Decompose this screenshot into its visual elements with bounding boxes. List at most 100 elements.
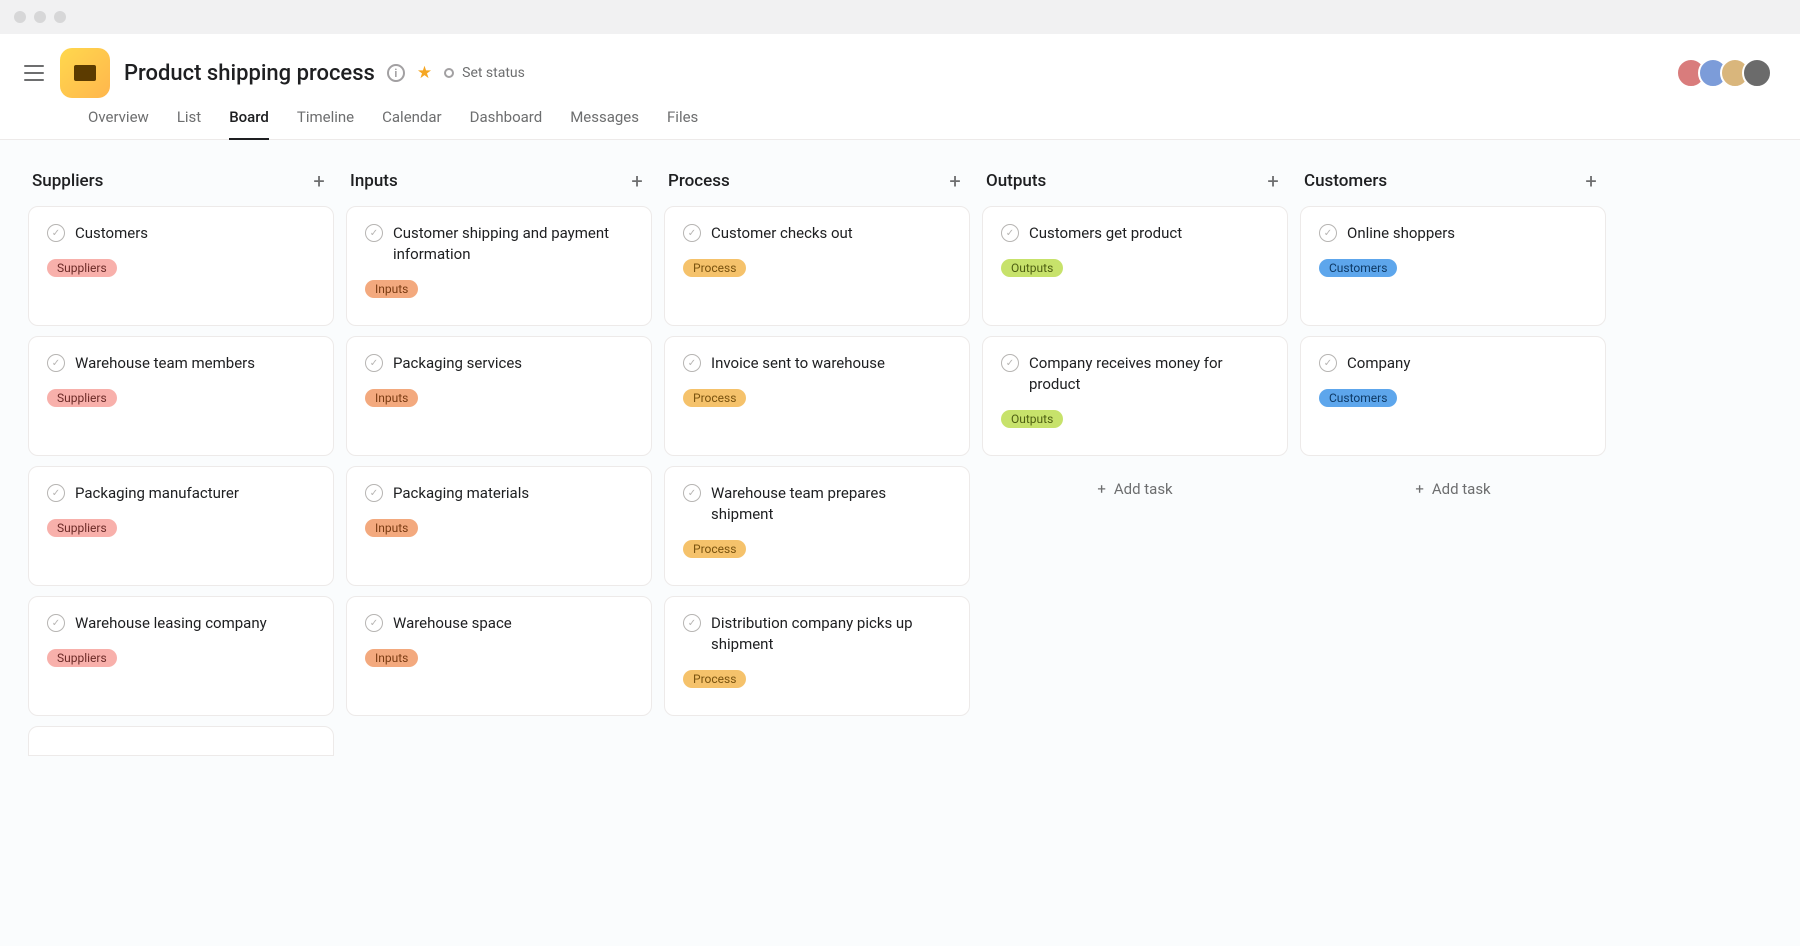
task-card[interactable]: Packaging servicesInputs	[346, 336, 652, 456]
add-card-button[interactable]: +	[1580, 170, 1602, 192]
complete-task-checkbox[interactable]	[1319, 354, 1337, 372]
task-title: Company receives money for product	[1029, 353, 1269, 395]
task-title: Customer checks out	[711, 223, 853, 244]
task-tag[interactable]: Suppliers	[47, 259, 117, 277]
window-titlebar	[0, 0, 1800, 34]
complete-task-checkbox[interactable]	[683, 224, 701, 242]
task-card[interactable]: Packaging manufacturerSuppliers	[28, 466, 334, 586]
tab-messages[interactable]: Messages	[570, 108, 639, 139]
task-tag[interactable]: Process	[683, 540, 746, 558]
column-title[interactable]: Process	[668, 171, 730, 191]
window-close-icon[interactable]	[14, 11, 26, 23]
tab-timeline[interactable]: Timeline	[297, 108, 354, 139]
task-title: Packaging materials	[393, 483, 529, 504]
add-card-button[interactable]: +	[944, 170, 966, 192]
column-inputs: Inputs + Customer shipping and payment inf…	[346, 170, 652, 926]
complete-task-checkbox[interactable]	[365, 354, 383, 372]
tab-overview[interactable]: Overview	[88, 108, 149, 139]
project-header: Product shipping process i ★ Set status	[0, 34, 1800, 98]
complete-task-checkbox[interactable]	[47, 354, 65, 372]
column-title[interactable]: Customers	[1304, 171, 1387, 191]
complete-task-checkbox[interactable]	[365, 224, 383, 242]
task-tag[interactable]: Process	[683, 259, 746, 277]
project-title[interactable]: Product shipping process	[124, 61, 375, 86]
tab-dashboard[interactable]: Dashboard	[470, 108, 543, 139]
task-title: Distribution company picks up shipment	[711, 613, 951, 655]
task-card[interactable]: Invoice sent to warehouse Process	[664, 336, 970, 456]
add-task-label: Add task	[1432, 480, 1491, 498]
sidebar-toggle-button[interactable]	[22, 61, 46, 85]
complete-task-checkbox[interactable]	[1001, 224, 1019, 242]
complete-task-checkbox[interactable]	[47, 484, 65, 502]
task-tag[interactable]: Outputs	[1001, 259, 1063, 277]
add-card-button[interactable]: +	[308, 170, 330, 192]
complete-task-checkbox[interactable]	[47, 614, 65, 632]
task-card[interactable]: Customer checks out Process	[664, 206, 970, 326]
task-card[interactable]: Customers get product Outputs	[982, 206, 1288, 326]
column-suppliers: Suppliers+CustomersSuppliersWarehouse te…	[28, 170, 334, 926]
complete-task-checkbox[interactable]	[683, 614, 701, 632]
add-card-button[interactable]: +	[626, 170, 648, 192]
task-tag[interactable]: Outputs	[1001, 410, 1063, 428]
task-tag[interactable]: Process	[683, 389, 746, 407]
task-tag[interactable]: Customers	[1319, 259, 1397, 277]
info-icon[interactable]: i	[387, 64, 405, 82]
status-dot-icon	[444, 68, 454, 78]
task-tag[interactable]: Process	[683, 670, 746, 688]
task-card[interactable]: CompanyCustomers	[1300, 336, 1606, 456]
column-header: Outputs +	[982, 170, 1288, 206]
complete-task-checkbox[interactable]	[1001, 354, 1019, 372]
task-card[interactable]: Customer shipping and payment informatio…	[346, 206, 652, 326]
column-title[interactable]: Suppliers	[32, 171, 103, 191]
complete-task-checkbox[interactable]	[365, 614, 383, 632]
avatar[interactable]	[1742, 58, 1772, 88]
task-title: Warehouse team prepares shipment	[711, 483, 951, 525]
task-card[interactable]: Distribution company picks up shipment Pr…	[664, 596, 970, 716]
complete-task-checkbox[interactable]	[1319, 224, 1337, 242]
task-title: Warehouse space	[393, 613, 512, 634]
task-card[interactable]: Online shoppersCustomers	[1300, 206, 1606, 326]
add-card-button[interactable]: +	[1262, 170, 1284, 192]
set-status-button[interactable]: Set status	[444, 65, 525, 81]
task-card[interactable]: Warehouse team prepares shipment Process	[664, 466, 970, 586]
task-tag[interactable]: Inputs	[365, 519, 418, 537]
task-title: Invoice sent to warehouse	[711, 353, 885, 374]
add-task-button[interactable]: +Add task	[1300, 466, 1606, 506]
tab-list[interactable]: List	[177, 108, 201, 139]
task-card[interactable]: Warehouse space Inputs	[346, 596, 652, 716]
task-tag[interactable]: Suppliers	[47, 649, 117, 667]
tab-files[interactable]: Files	[667, 108, 698, 139]
task-title: Customers get product	[1029, 223, 1182, 244]
task-tag[interactable]: Inputs	[365, 389, 418, 407]
complete-task-checkbox[interactable]	[47, 224, 65, 242]
task-tag[interactable]: Inputs	[365, 280, 418, 298]
star-icon[interactable]: ★	[417, 63, 432, 83]
tab-calendar[interactable]: Calendar	[382, 108, 442, 139]
task-title: Warehouse team members	[75, 353, 255, 374]
column-customers: Customers + Online shoppersCustomersCompan…	[1300, 170, 1606, 926]
task-card[interactable]	[28, 726, 334, 756]
column-header: Process +	[664, 170, 970, 206]
complete-task-checkbox[interactable]	[683, 484, 701, 502]
task-tag[interactable]: Inputs	[365, 649, 418, 667]
task-card[interactable]: Warehouse team members Suppliers	[28, 336, 334, 456]
task-card[interactable]: Company receives money for product Output…	[982, 336, 1288, 456]
complete-task-checkbox[interactable]	[365, 484, 383, 502]
task-card[interactable]: Warehouse leasing companySuppliers	[28, 596, 334, 716]
tab-board[interactable]: Board	[229, 108, 269, 140]
task-card[interactable]: Packaging materials Inputs	[346, 466, 652, 586]
window-minimize-icon[interactable]	[34, 11, 46, 23]
task-tag[interactable]: Suppliers	[47, 389, 117, 407]
column-title[interactable]: Outputs	[986, 171, 1046, 191]
task-tag[interactable]: Suppliers	[47, 519, 117, 537]
project-icon[interactable]	[60, 48, 110, 98]
add-task-button[interactable]: +Add task	[982, 466, 1288, 506]
status-label: Set status	[462, 65, 525, 81]
column-title[interactable]: Inputs	[350, 171, 398, 191]
complete-task-checkbox[interactable]	[683, 354, 701, 372]
project-members[interactable]	[1684, 58, 1778, 88]
task-card[interactable]: CustomersSuppliers	[28, 206, 334, 326]
window-zoom-icon[interactable]	[54, 11, 66, 23]
board: Suppliers+CustomersSuppliersWarehouse te…	[0, 140, 1800, 946]
task-tag[interactable]: Customers	[1319, 389, 1397, 407]
